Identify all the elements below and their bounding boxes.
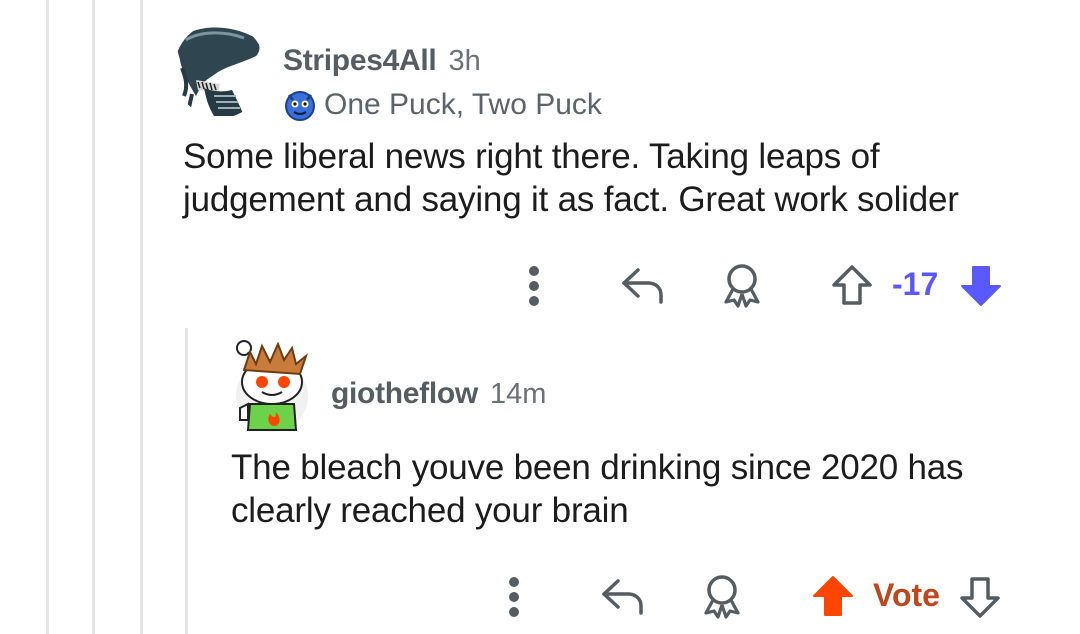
timestamp: 3h — [448, 45, 481, 77]
timestamp: 14m — [489, 378, 547, 410]
comment-body: Some liberal news right there. Taking le… — [183, 135, 959, 221]
avatar[interactable] — [174, 22, 266, 118]
comment-body: The bleach youve been drinking since 202… — [231, 446, 964, 532]
snoo-avatar-image — [236, 340, 309, 432]
award-icon[interactable] — [700, 573, 744, 619]
thread-line[interactable] — [92, 0, 95, 634]
flair-text: One Puck, Two Puck — [324, 88, 602, 121]
comment-body-line: clearly reached your brain — [231, 491, 629, 530]
username[interactable]: giotheflow — [331, 377, 478, 411]
award-icon[interactable] — [720, 262, 764, 308]
user-flair: One Puck, Two Puck — [284, 88, 602, 122]
avatar[interactable] — [234, 334, 314, 434]
downvote-icon[interactable] — [958, 575, 1002, 619]
upvote-icon[interactable] — [830, 264, 874, 306]
reply-icon[interactable] — [620, 264, 666, 306]
more-options-icon[interactable] — [500, 575, 528, 619]
flair-icon — [285, 91, 315, 121]
comment-body-line: Some liberal news right there. Taking le… — [183, 137, 880, 176]
comment-body-line: The bleach youve been drinking since 202… — [231, 448, 964, 487]
comment-body-line: judgement and saying it as fact. Great w… — [183, 180, 959, 219]
alien-avatar-image — [177, 27, 260, 116]
more-options-icon[interactable] — [520, 264, 548, 308]
comment-meta: giotheflow 14m — [331, 377, 546, 411]
username[interactable]: Stripes4All — [283, 44, 437, 78]
downvote-icon[interactable] — [959, 264, 1003, 308]
thread-line[interactable] — [185, 328, 188, 634]
comment-meta: Stripes4All 3h — [283, 44, 481, 78]
upvote-icon[interactable] — [810, 574, 856, 618]
reply-icon[interactable] — [600, 575, 646, 617]
thread-line[interactable] — [140, 0, 143, 634]
thread-line[interactable] — [46, 0, 49, 634]
vote-score: Vote — [873, 577, 940, 613]
vote-score: -17 — [892, 266, 939, 302]
